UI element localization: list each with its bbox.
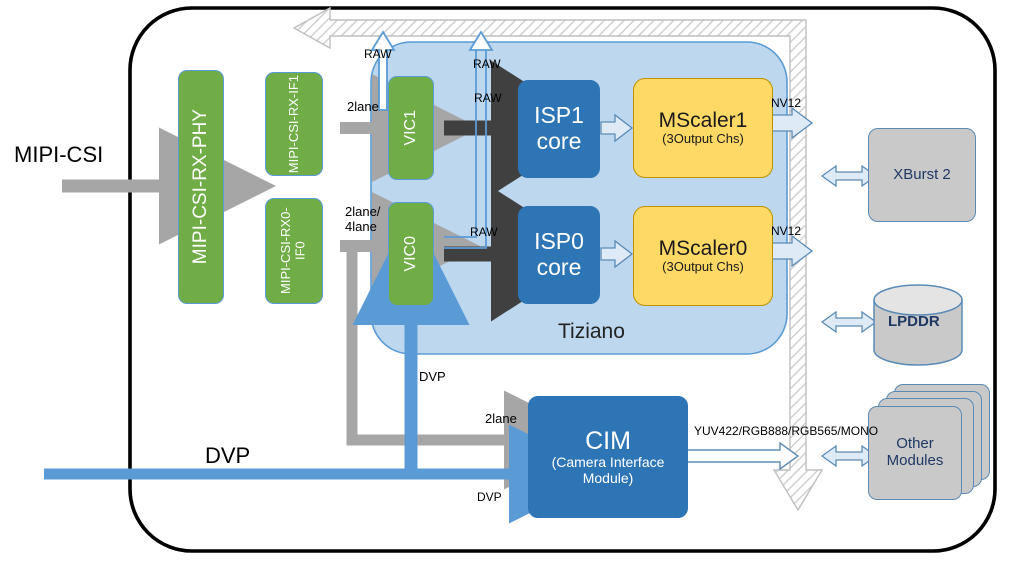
label-nv12-1: NV12 (771, 96, 802, 110)
label-dvp-to-cim: DVP (477, 490, 502, 504)
block-label: MScaler0 (658, 236, 748, 260)
label-raw-bus-vertical: RAW (473, 57, 501, 71)
block-isp1-core[interactable]: ISP1 core (518, 80, 600, 178)
card-layer-front: Other Modules (868, 406, 962, 500)
tiziano-label: Tiziano (558, 320, 625, 343)
block-isp0-core[interactable]: ISP0 core (518, 206, 600, 304)
block-mipi-csi-rx0-if0[interactable]: MIPI-CSI-RX0-IF0 (265, 198, 323, 304)
block-xburst2[interactable]: XBurst 2 (868, 128, 976, 222)
block-sublabel: (Camera Interface Module) (551, 454, 665, 486)
block-label: MIPI-CSI-RX-IF1 (285, 74, 301, 174)
block-label: VIC0 (402, 236, 420, 272)
block-label: MIPI-CSI-RX0-IF0 (278, 207, 308, 295)
block-label: ISP1 core (534, 102, 584, 154)
label-dvp-to-vic0: DVP (419, 369, 446, 384)
label-lane-cim: 2lane (485, 411, 517, 426)
diagram-canvas: MIPI-CSI-RX-PHY MIPI-CSI-RX-IF1 MIPI-CSI… (0, 0, 1022, 561)
label-raw-vic0-isp0: RAW (470, 225, 498, 239)
block-label: Other Modules (886, 435, 944, 469)
block-other-modules[interactable]: Other Modules (868, 384, 990, 502)
block-lpddr-label: LPDDR (888, 313, 940, 330)
label-mipi-csi-input: MIPI-CSI (14, 142, 104, 167)
label-nv12-0: NV12 (771, 224, 802, 238)
block-label: MScaler1 (658, 108, 748, 132)
block-mscaler0[interactable]: MScaler0 (3Output Chs) (633, 206, 773, 306)
block-vic1[interactable]: VIC1 (388, 76, 434, 180)
bus-to-lpddr-arrow (820, 310, 878, 334)
block-label: XBurst 2 (893, 165, 951, 183)
block-cim[interactable]: CIM (Camera Interface Module) (528, 396, 688, 518)
block-vic0[interactable]: VIC0 (388, 202, 434, 306)
label-raw-vic1-top: RAW (364, 47, 392, 61)
block-label: VIC1 (402, 110, 420, 146)
block-mipi-csi-rx-if1[interactable]: MIPI-CSI-RX-IF1 (265, 72, 323, 176)
label-lane-vic1: 2lane (347, 99, 379, 114)
block-sublabel: (3Output Chs) (662, 259, 744, 275)
label-raw-vic1-isp1: RAW (474, 91, 502, 105)
block-sublabel: (3Output Chs) (662, 131, 744, 147)
block-mipi-csi-rx-phy[interactable]: MIPI-CSI-RX-PHY (178, 70, 224, 304)
label-dvp-input: DVP (205, 443, 251, 468)
block-label: MIPI-CSI-RX-PHY (190, 109, 212, 265)
label-cim-output-format: YUV422/RGB888/RGB565/MONO (694, 424, 879, 438)
label-lane-vic0: 2lane/ 4lane (345, 204, 381, 234)
cim-output-arrow (685, 441, 800, 471)
block-label: CIM (585, 427, 631, 456)
block-label: ISP0 core (534, 228, 584, 280)
block-mscaler1[interactable]: MScaler1 (3Output Chs) (633, 78, 773, 178)
